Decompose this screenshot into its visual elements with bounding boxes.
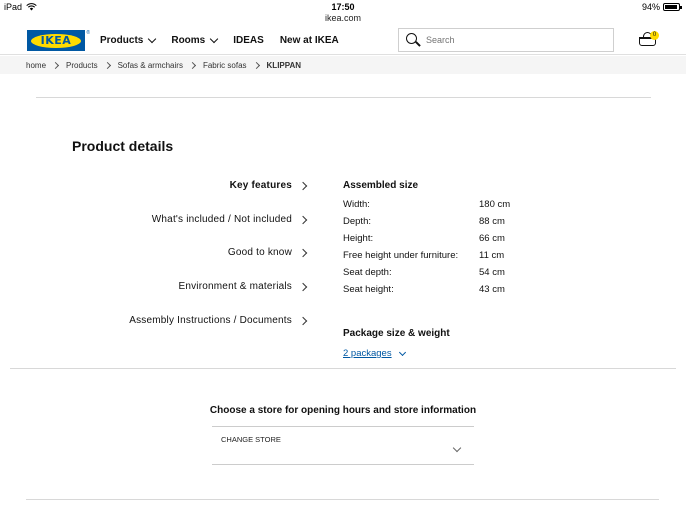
logo-oval: IKEA xyxy=(31,33,81,48)
url-bar[interactable]: ikea.com xyxy=(0,13,686,26)
change-store-select[interactable]: CHANGE STORE xyxy=(212,426,474,465)
nav-products[interactable]: Products xyxy=(100,34,157,46)
dimension-value: 88 cm xyxy=(479,216,505,227)
nav-products-label: Products xyxy=(100,35,144,46)
status-right: 94% xyxy=(641,2,682,12)
chevron-right-icon xyxy=(298,215,308,224)
dimension-label: Width: xyxy=(343,199,370,210)
feature-good-to-know[interactable]: Good to know xyxy=(227,247,308,258)
nav-new-label: New at IKEA xyxy=(279,35,339,46)
nav-rooms-label: Rooms xyxy=(171,35,206,46)
chevron-right-icon xyxy=(298,248,308,257)
chevron-down-icon xyxy=(148,34,157,44)
chevron-right-icon xyxy=(103,61,111,69)
dimension-value: 11 cm xyxy=(479,250,505,261)
breadcrumb-fabric-sofas[interactable]: Fabric sofas xyxy=(203,61,247,70)
chevron-right-icon xyxy=(252,61,260,69)
main-nav: Products Rooms IDEAS New at IKEA xyxy=(100,34,355,46)
nav-ideas-label: IDEAS xyxy=(233,35,264,46)
breadcrumb-home[interactable]: home xyxy=(26,61,46,70)
logo-text: IKEA xyxy=(40,34,72,47)
battery-percent: 94% xyxy=(641,2,660,12)
chevron-right-icon xyxy=(298,316,308,325)
chevron-right-icon xyxy=(188,61,196,69)
page-title: Product details xyxy=(72,138,174,154)
feature-label: Assembly Instructions / Documents xyxy=(129,315,292,326)
feature-environment-materials[interactable]: Environment & materials xyxy=(178,281,308,292)
cart-icon[interactable]: 0 xyxy=(638,31,659,48)
breadcrumb: home Products Sofas & armchairs Fabric s… xyxy=(0,56,686,74)
change-store-label: CHANGE STORE xyxy=(221,435,281,444)
chevron-down-icon xyxy=(210,34,219,44)
packages-link-label: 2 packages xyxy=(343,348,392,359)
dimension-label: Depth: xyxy=(343,216,371,227)
nav-rooms[interactable]: Rooms xyxy=(171,34,219,46)
dimension-row: Seat height: 43 cm xyxy=(343,284,583,301)
battery-icon xyxy=(663,3,682,11)
chevron-right-icon xyxy=(51,61,60,69)
feature-key-features[interactable]: Key features xyxy=(229,180,308,191)
dimension-row: Height: 66 cm xyxy=(343,233,583,250)
feature-label: Good to know xyxy=(227,247,292,258)
dimension-label: Height: xyxy=(343,233,374,244)
dimension-row: Seat depth: 54 cm xyxy=(343,267,583,284)
dimension-value: 66 cm xyxy=(479,233,505,244)
dimension-label: Seat depth: xyxy=(343,267,392,278)
divider xyxy=(10,368,676,369)
feature-assembly-instructions[interactable]: Assembly Instructions / Documents xyxy=(129,315,308,326)
cart-count-badge: 0 xyxy=(650,31,659,40)
dimension-row: Depth: 88 cm xyxy=(343,216,583,233)
nav-new-at-ikea[interactable]: New at IKEA xyxy=(280,35,339,46)
battery-fill xyxy=(665,5,678,9)
assembled-size: Assembled size Width: 180 cm Depth: 88 c… xyxy=(343,180,583,301)
search-box[interactable] xyxy=(398,28,614,52)
breadcrumb-products[interactable]: Products xyxy=(66,61,98,70)
breadcrumb-current: KLIPPAN xyxy=(266,60,302,70)
search-input[interactable] xyxy=(426,35,606,45)
store-section-title: Choose a store for opening hours and sto… xyxy=(209,405,477,416)
dimension-label: Free height under furniture: xyxy=(343,250,459,261)
ikea-logo[interactable]: IKEA ® xyxy=(27,30,90,51)
package-size-heading: Package size & weight xyxy=(343,328,450,339)
site-header: IKEA ® Products Rooms IDEAS New at IKEA … xyxy=(0,26,686,55)
chevron-right-icon xyxy=(298,181,308,190)
divider xyxy=(26,499,659,500)
dimension-value: 43 cm xyxy=(479,284,505,295)
dimension-label: Seat height: xyxy=(343,284,394,295)
registered-mark: ® xyxy=(86,30,90,36)
search-icon[interactable] xyxy=(406,33,421,47)
dimension-value: 180 cm xyxy=(479,199,511,210)
feature-whats-included[interactable]: What's included / Not included xyxy=(151,214,308,225)
divider xyxy=(36,97,651,98)
packages-link[interactable]: 2 packages xyxy=(343,348,406,359)
chevron-down-icon xyxy=(398,348,406,356)
feature-label: Environment & materials xyxy=(178,281,292,292)
feature-label: Key features xyxy=(229,180,292,191)
chevron-right-icon xyxy=(298,282,308,291)
chevron-down-icon xyxy=(452,443,462,453)
status-bar: iPad 17:50 94% xyxy=(0,0,686,13)
dimension-row: Width: 180 cm xyxy=(343,199,583,216)
assembled-size-heading: Assembled size xyxy=(343,180,419,191)
nav-ideas[interactable]: IDEAS xyxy=(233,35,264,46)
breadcrumb-sofas-armchairs[interactable]: Sofas & armchairs xyxy=(118,61,183,70)
dimension-value: 54 cm xyxy=(479,267,505,278)
feature-label: What's included / Not included xyxy=(151,214,292,225)
status-time: 17:50 xyxy=(331,2,355,12)
dimension-row: Free height under furniture: 11 cm xyxy=(343,250,583,267)
